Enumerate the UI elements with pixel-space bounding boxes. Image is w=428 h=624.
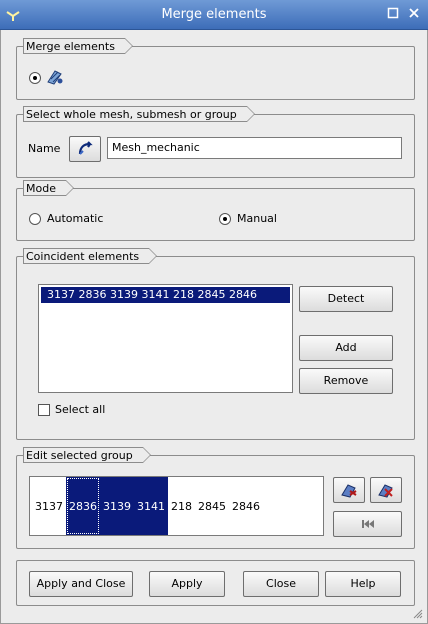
set-first-button[interactable] xyxy=(333,511,402,537)
coincident-groups-list[interactable]: 3137 2836 3139 3141 218 2845 2846 xyxy=(38,284,293,393)
coincident-elements-group-title: Coincident elements xyxy=(23,248,158,264)
dialog-body: Merge elements Select whole mesh, submes… xyxy=(0,30,428,624)
title-bar: Merge elements xyxy=(0,0,428,30)
selection-arrow-icon xyxy=(78,141,93,155)
group-element-item[interactable]: 3141 xyxy=(134,477,168,535)
remove-from-group-button[interactable] xyxy=(370,477,402,503)
close-button[interactable]: Close xyxy=(243,571,319,597)
add-to-group-button[interactable] xyxy=(333,477,365,503)
coincident-elements-group: Coincident elements 3137 2836 3139 3141 … xyxy=(16,248,415,440)
detect-button[interactable]: Detect xyxy=(299,286,393,312)
select-mesh-group-title: Select whole mesh, submesh or group xyxy=(23,106,255,122)
group-element-item[interactable]: 2845 xyxy=(195,477,229,535)
remove-element-icon xyxy=(378,484,393,498)
button-box: Apply and Close Apply Close Help xyxy=(16,560,415,606)
merge-elements-group: Merge elements xyxy=(16,38,415,100)
manual-label: Manual xyxy=(237,212,277,225)
mode-group-title: Mode xyxy=(23,180,74,196)
select-all-checkbox[interactable] xyxy=(38,404,50,416)
group-element-item[interactable]: 3139 xyxy=(100,477,134,535)
group-element-item[interactable]: 2846 xyxy=(229,477,263,535)
window-title: Merge elements xyxy=(161,7,267,22)
select-mesh-button[interactable] xyxy=(69,136,101,162)
manual-radio[interactable] xyxy=(219,213,231,225)
apply-and-close-button[interactable]: Apply and Close xyxy=(29,571,133,597)
close-icon[interactable] xyxy=(407,7,421,21)
select-mesh-group: Select whole mesh, submesh or group Name… xyxy=(16,106,415,178)
merge-elements-group-title: Merge elements xyxy=(23,38,133,54)
add-element-icon xyxy=(341,484,357,498)
merge-elements-icon xyxy=(47,70,63,85)
automatic-label: Automatic xyxy=(47,212,104,225)
select-all-label: Select all xyxy=(55,403,106,416)
resize-grip-icon[interactable] xyxy=(413,609,423,619)
merge-elements-radio[interactable] xyxy=(29,72,41,84)
mode-group: Mode Automatic Manual xyxy=(16,180,415,241)
edit-selected-group: Edit selected group 3137 2836 3139 3141 … xyxy=(16,447,415,549)
group-elements-list[interactable]: 3137 2836 3139 3141 218 2845 2846 xyxy=(29,476,324,536)
list-item[interactable]: 3137 2836 3139 3141 218 2845 2846 xyxy=(41,287,290,303)
group-element-item[interactable]: 3137 xyxy=(32,477,66,535)
name-label: Name xyxy=(28,142,61,155)
remove-button[interactable]: Remove xyxy=(299,368,393,394)
edit-selected-group-title: Edit selected group xyxy=(23,447,151,463)
apply-button[interactable]: Apply xyxy=(149,571,225,597)
add-button[interactable]: Add xyxy=(299,335,393,361)
maximize-icon[interactable] xyxy=(386,7,400,21)
automatic-radio[interactable] xyxy=(29,213,41,225)
help-button[interactable]: Help xyxy=(325,571,401,597)
skip-to-start-icon xyxy=(362,520,374,528)
mesh-name-field[interactable]: Mesh_mechanic xyxy=(107,137,402,159)
group-element-item[interactable]: 218 xyxy=(168,477,195,535)
group-element-item[interactable]: 2836 xyxy=(66,477,100,535)
